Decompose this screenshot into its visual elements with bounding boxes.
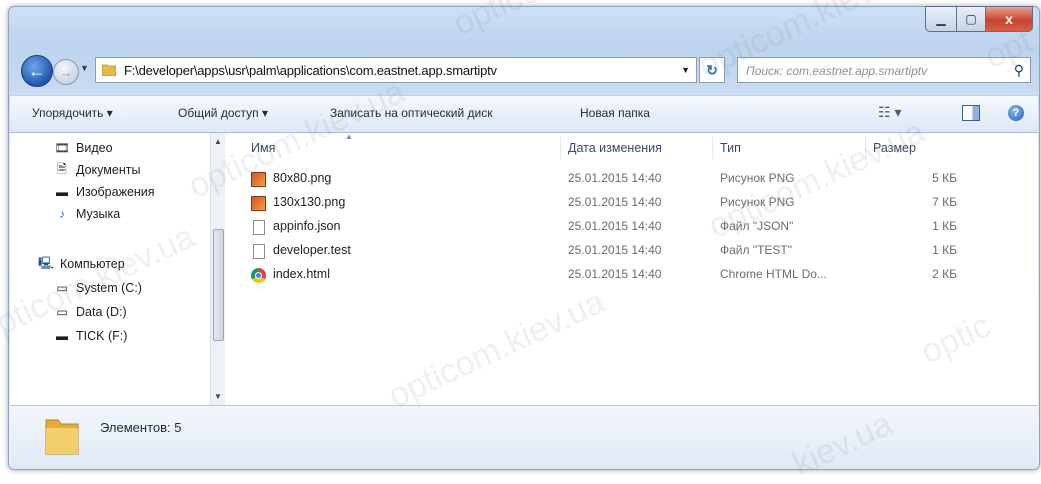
organize-button[interactable]: Упорядочить ▾ [32, 106, 113, 120]
column-header-name[interactable]: Имя [251, 133, 275, 163]
chrome-html-icon [251, 268, 266, 283]
file-type: Рисунок PNG [720, 171, 795, 185]
file-row[interactable]: developer.test 25.01.2015 14:40 Файл "TE… [225, 239, 1038, 263]
computer-icon: 🖳 [38, 255, 55, 270]
forward-button[interactable]: → [53, 59, 79, 85]
file-name: index.html [273, 267, 330, 281]
column-header-size[interactable]: Размер [873, 133, 916, 163]
search-placeholder: Поиск: com.eastnet.app.smartiptv [746, 64, 928, 78]
scroll-down-icon[interactable]: ▼ [214, 392, 222, 401]
address-bar[interactable]: F:\developer\apps\usr\palm\applications\… [95, 57, 697, 83]
recent-pages-button[interactable]: ▼ [80, 63, 89, 73]
preview-pane-icon[interactable] [962, 105, 980, 121]
nav-item-music[interactable]: ♪ Музыка [54, 207, 120, 221]
minimize-button[interactable]: ▁ [925, 6, 957, 32]
nav-item-tick-drive[interactable]: ▬ TICK (F:) [54, 329, 127, 343]
maximize-button[interactable]: ▢ [957, 6, 986, 32]
file-date: 25.01.2015 14:40 [568, 267, 662, 281]
refresh-button[interactable]: ↻ [699, 57, 725, 83]
system-drive-icon: ▭ [56, 281, 68, 295]
file-list: ▲ Имя Дата изменения Тип Размер 80x80.pn… [225, 132, 1038, 405]
column-header-type[interactable]: Тип [720, 133, 741, 163]
nav-item-pictures[interactable]: ▬ Изображения [54, 185, 155, 199]
column-separator[interactable] [560, 137, 561, 159]
file-size: 7 КБ [932, 195, 957, 209]
file-type: Файл "TEST" [720, 243, 793, 257]
share-button[interactable]: Общий доступ ▾ [178, 106, 268, 120]
file-size: 5 КБ [932, 171, 957, 185]
music-icon: ♪ [59, 207, 65, 221]
nav-item-documents[interactable]: 🗎 Документы [54, 161, 140, 178]
documents-icon: 🗎 [57, 161, 67, 176]
address-dropdown-icon[interactable]: ▼ [681, 65, 690, 75]
scroll-up-icon[interactable]: ▲ [214, 137, 222, 146]
file-row[interactable]: appinfo.json 25.01.2015 14:40 Файл "JSON… [225, 215, 1038, 239]
command-toolbar: Упорядочить ▾ Общий доступ ▾ Записать на… [10, 95, 1038, 133]
file-date: 25.01.2015 14:40 [568, 171, 662, 185]
caption-buttons: ▁ ▢ x [925, 6, 1033, 32]
sort-arrow-icon: ▲ [345, 132, 353, 141]
column-header-date[interactable]: Дата изменения [568, 133, 662, 163]
pictures-icon: ▬ [56, 185, 68, 199]
explorer-window: ▁ ▢ x ← → ▼ F:\developer\apps\usr\palm\a… [8, 6, 1040, 470]
file-name: appinfo.json [273, 219, 341, 233]
png-file-icon [251, 196, 266, 211]
file-row[interactable]: 80x80.png 25.01.2015 14:40 Рисунок PNG 5… [225, 167, 1038, 191]
navigation-bar: ← → ▼ F:\developer\apps\usr\palm\applica… [17, 53, 1033, 87]
item-count: Элементов: 5 [100, 420, 182, 435]
video-icon: 🎞 [54, 141, 70, 155]
column-separator[interactable] [865, 137, 866, 159]
file-name: 130x130.png [273, 195, 346, 209]
file-size: 1 КБ [932, 219, 957, 233]
file-date: 25.01.2015 14:40 [568, 243, 662, 257]
file-date: 25.01.2015 14:40 [568, 219, 662, 233]
search-box[interactable]: Поиск: com.eastnet.app.smartiptv ⚲ [737, 57, 1031, 83]
file-type: Chrome HTML Do... [720, 267, 827, 281]
nav-item-data-drive[interactable]: ▭ Data (D:) [54, 305, 126, 319]
png-file-icon [251, 172, 266, 187]
maximize-icon: ▢ [965, 12, 977, 26]
folder-icon [102, 64, 116, 76]
close-button[interactable]: x [986, 6, 1033, 32]
close-icon: x [1005, 11, 1013, 27]
file-type: Рисунок PNG [720, 195, 795, 209]
column-separator[interactable] [712, 137, 713, 159]
scrollbar-thumb[interactable] [213, 229, 224, 341]
refresh-icon: ↻ [706, 61, 718, 78]
nav-item-video[interactable]: 🎞 Видео [54, 141, 112, 155]
file-size: 2 КБ [932, 267, 957, 281]
burn-button[interactable]: Записать на оптический диск [330, 106, 493, 120]
json-file-icon [253, 220, 265, 235]
minimize-icon: ▁ [936, 12, 946, 26]
address-path: F:\developer\apps\usr\palm\applications\… [124, 63, 497, 78]
file-type: Файл "JSON" [720, 219, 794, 233]
new-folder-button[interactable]: Новая папка [580, 106, 650, 120]
drive-icon: ▭ [56, 305, 68, 319]
file-row[interactable]: 130x130.png 25.01.2015 14:40 Рисунок PNG… [225, 191, 1038, 215]
back-button[interactable]: ← [21, 55, 53, 87]
navigation-pane: 🎞 Видео 🗎 Документы ▬ Изображения ♪ Музыка 🖳… [10, 133, 211, 405]
file-row[interactable]: index.html 25.01.2015 14:40 Chrome HTML … [225, 263, 1038, 287]
nav-item-system-drive[interactable]: ▭ System (C:) [54, 281, 142, 295]
help-icon[interactable]: ? [1008, 105, 1024, 121]
forward-arrow-icon: → [59, 64, 73, 80]
file-name: developer.test [273, 243, 351, 257]
nav-item-computer[interactable]: 🖳 Компьютер [38, 255, 125, 272]
details-pane: Элементов: 5 [10, 405, 1038, 469]
file-date: 25.01.2015 14:40 [568, 195, 662, 209]
navigation-pane-scrollbar[interactable]: ▲ ▼ [210, 133, 225, 405]
test-file-icon [253, 244, 265, 259]
file-size: 1 КБ [932, 243, 957, 257]
view-options-icon[interactable]: ☷ ▾ [878, 104, 901, 121]
folder-icon [45, 419, 79, 455]
usb-drive-icon: ▬ [56, 329, 68, 343]
search-icon[interactable]: ⚲ [1014, 62, 1024, 79]
file-name: 80x80.png [273, 171, 332, 185]
back-arrow-icon: ← [28, 60, 46, 81]
